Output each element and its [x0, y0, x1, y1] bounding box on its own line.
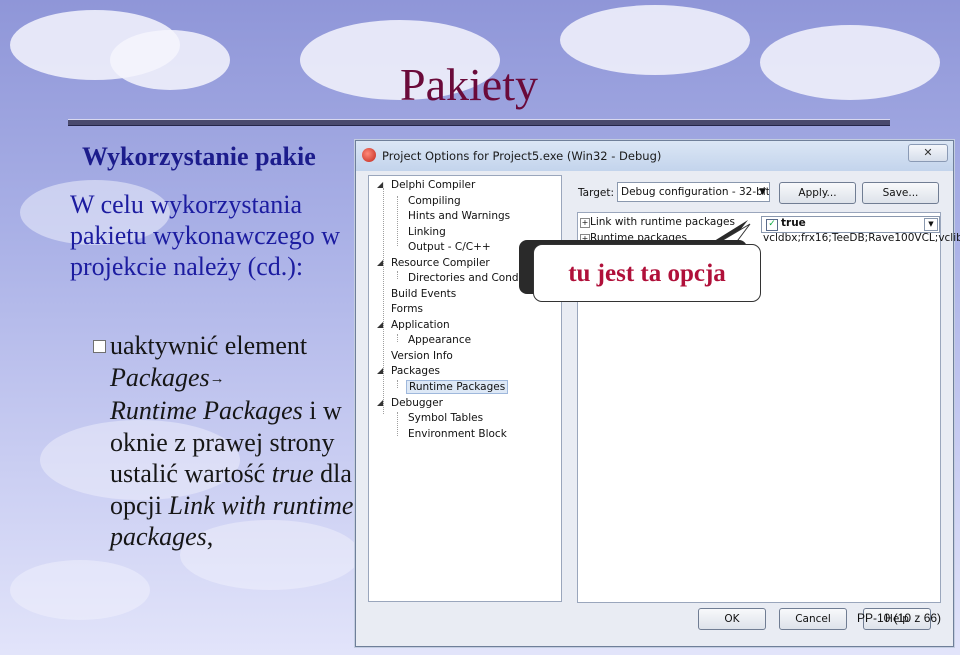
tree-item-linking[interactable]: Linking [408, 226, 446, 238]
tree-item-environment-block[interactable]: Environment Block [408, 428, 507, 440]
collapse-icon[interactable]: ◢ [377, 180, 383, 189]
cloud-decoration [760, 25, 940, 100]
target-label: Target: [578, 187, 615, 199]
tree-connector [397, 412, 398, 436]
apply-button[interactable]: Apply... [779, 182, 856, 204]
tree-connector [383, 188, 384, 414]
bullet-part-8: , [206, 522, 214, 551]
close-button[interactable]: ✕ [908, 144, 948, 162]
cloud-decoration [110, 30, 230, 90]
slide-footer: PP-10 (10 z 66) [857, 611, 942, 625]
tree-item-build-events[interactable]: Build Events [391, 288, 456, 300]
cloud-decoration [560, 5, 750, 75]
ok-button[interactable]: OK [698, 608, 766, 630]
tree-connector [397, 380, 398, 388]
tree-connector [397, 334, 398, 342]
tree-item-compiling[interactable]: Compiling [408, 195, 461, 207]
collapse-icon[interactable]: ◢ [377, 258, 383, 267]
bullet-marker [93, 340, 106, 353]
bullet-runtime-packages: Runtime Packages [110, 396, 303, 425]
bullet-part-1: uaktywnić element [110, 331, 308, 360]
collapse-icon[interactable]: ◢ [377, 398, 383, 407]
intro-text: W celu wykorzystania pakietu wykonawczeg… [70, 190, 341, 281]
callout-bubble: tu jest ta opcja [533, 244, 761, 302]
tree-item-packages[interactable]: Packages [391, 365, 440, 377]
slide-subtitle: Wykorzystanie pakie [82, 142, 316, 171]
slide-title: Pakiety [400, 59, 538, 110]
dialog-title-bar: Project Options for Project5.exe (Win32 … [356, 141, 953, 171]
tree-item-appearance[interactable]: Appearance [408, 334, 471, 346]
collapse-icon[interactable]: ◢ [377, 366, 383, 375]
chevron-down-icon: ▼ [759, 187, 766, 197]
tree-item-hints-warnings[interactable]: Hints and Warnings [408, 210, 510, 222]
dialog-title: Project Options for Project5.exe (Win32 … [382, 149, 662, 163]
cloud-decoration [10, 560, 150, 620]
cancel-button[interactable]: Cancel [779, 608, 847, 630]
target-value: Debug configuration - 32-bit \ [621, 186, 770, 198]
tree-item-runtime-packages[interactable]: Runtime Packages [406, 380, 509, 394]
chevron-down-icon[interactable]: ▼ [924, 218, 938, 231]
tree-connector [397, 271, 398, 279]
bullet-true: true [271, 459, 314, 488]
tree-item-forms[interactable]: Forms [391, 303, 423, 315]
tree-item-debugger[interactable]: Debugger [391, 397, 443, 409]
title-divider [68, 119, 890, 126]
tree-item-symbol-tables[interactable]: Symbol Tables [408, 412, 483, 424]
tree-item-version-info[interactable]: Version Info [391, 350, 453, 362]
property-value: true [781, 217, 806, 229]
app-icon [362, 148, 376, 162]
tree-connector [397, 196, 398, 246]
property-value-dropdown[interactable]: ✓ true ▼ [761, 216, 940, 233]
bullet-text: uaktywnić element Packages→ Runtime Packa… [110, 330, 360, 553]
project-options-dialog: Project Options for Project5.exe (Win32 … [355, 140, 960, 647]
bullet-packages: Packages [110, 362, 210, 392]
tree-item-application[interactable]: Application [391, 319, 450, 331]
close-icon: ✕ [923, 146, 933, 159]
target-select[interactable]: Debug configuration - 32-bit \ ▼ [617, 182, 770, 202]
expand-icon[interactable]: + [580, 218, 590, 228]
property-value: vcldbx;frx16;TeeDB;Rave100VCL;vclib [763, 232, 960, 244]
tree-item-output-cpp[interactable]: Output - C/C++ [408, 241, 491, 253]
bullet-arrow: → [209, 370, 225, 387]
tree-item-resource-compiler[interactable]: Resource Compiler [391, 257, 490, 269]
collapse-icon[interactable]: ◢ [377, 320, 383, 329]
save-button[interactable]: Save... [862, 182, 939, 204]
tree-item-delphi-compiler[interactable]: Delphi Compiler [391, 179, 475, 191]
